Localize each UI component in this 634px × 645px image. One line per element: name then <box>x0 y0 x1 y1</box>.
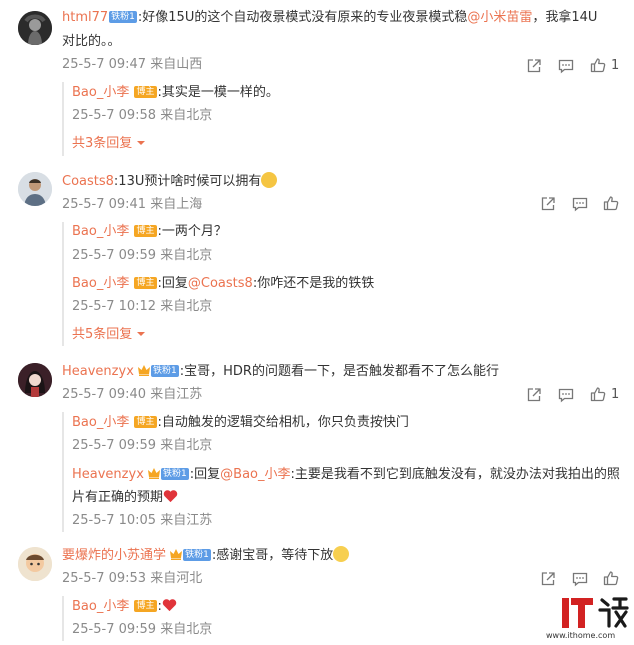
comment-meta: 25-5-7 09:41 来自上海 <box>62 197 203 212</box>
crown-icon <box>138 365 150 376</box>
comment-icon[interactable] <box>572 571 588 587</box>
comment-icon[interactable] <box>572 196 588 212</box>
forward-icon[interactable] <box>540 196 556 212</box>
reply-text: :其实是一模一样的。 <box>157 85 279 100</box>
heart-emoji <box>163 490 178 503</box>
host-badge: 博主 <box>134 225 157 237</box>
host-badge: 博主 <box>134 86 157 98</box>
like-icon[interactable] <box>603 195 619 211</box>
comment-meta: 25-5-7 09:53 来自河北 <box>62 571 203 586</box>
laugh-emoji <box>261 172 278 188</box>
mention-link[interactable]: @Bao_小李 <box>220 467 290 482</box>
reply-divider <box>62 412 64 532</box>
crown-icon <box>170 549 182 560</box>
reply-text: :自动触发的逻辑交给相机，你只负责按快门 <box>157 415 409 430</box>
chevron-down-icon <box>136 329 146 339</box>
forward-icon[interactable] <box>540 571 556 587</box>
reply-user-name[interactable]: Bao_小李 <box>72 599 129 614</box>
avatar[interactable] <box>18 363 52 397</box>
forward-icon[interactable] <box>526 387 542 403</box>
comment-body: Coasts8:13U预计啥时候可以拥有 <box>62 172 278 192</box>
smile-emoji <box>333 546 350 562</box>
heart-emoji <box>162 599 177 612</box>
reply-user-name[interactable]: Bao_小李 <box>72 415 129 430</box>
comment-icon[interactable] <box>558 58 574 74</box>
comment-text: ，我拿14U <box>532 10 598 25</box>
reply-meta: 25-5-7 09:58 来自北京 <box>72 108 213 123</box>
reply-meta: 25-5-7 09:59 来自北京 <box>72 622 213 637</box>
watermark-url: www.ithome.com <box>546 631 616 640</box>
comment-meta: 25-5-7 09:40 来自江苏 <box>62 387 203 402</box>
comment-body: Heavenzyx 铁粉1:宝哥，HDR的问题看一下，是否触发都看不了怎么能行 <box>62 362 499 382</box>
reply-meta: 25-5-7 10:12 来自北京 <box>72 299 213 314</box>
like-count: 1 <box>611 387 620 402</box>
more-replies-label: 共3条回复 <box>72 136 133 151</box>
reply-user-name[interactable]: Bao_小李 <box>72 224 129 239</box>
reply-text: :一两个月？ <box>157 224 227 239</box>
comment-body: html77 铁粉1:好像15U的这个自动夜景模式没有原来的专业夜景模式稳@小米苗… <box>62 8 597 28</box>
ithome-logo-icon <box>562 597 629 628</box>
reply-text: :主要是我看不到它到底触发没有，就没办法对我拍出的照 <box>290 467 620 482</box>
reply-body: Bao_小李 博主:回复@Coasts8:你咋还不是我的铁铁 <box>72 274 374 294</box>
reply-meta: 25-5-7 10:05 来自江苏 <box>72 513 213 528</box>
reply-divider <box>62 596 64 641</box>
reply-meta: 25-5-7 09:59 来自北京 <box>72 248 213 263</box>
host-badge: 博主 <box>134 600 157 612</box>
comment-text: :感谢宝哥，等待下放 <box>211 548 334 563</box>
comment-text: :宝哥，HDR的问题看一下，是否触发都看不了怎么能行 <box>179 364 499 379</box>
reply-body: Bao_小李 博主:一两个月？ <box>72 222 227 242</box>
comment-text: 对比的。。 <box>62 34 121 49</box>
reply-user-name[interactable]: Bao_小李 <box>72 276 129 291</box>
comment-text: :好像15U的这个自动夜景模式没有原来的专业夜景模式稳 <box>137 10 468 25</box>
reply-text: :回复 <box>189 467 221 482</box>
reply-user-name[interactable]: Heavenzyx <box>72 467 144 482</box>
fan-badge: 铁粉1 <box>109 11 137 23</box>
reply-divider <box>62 82 64 156</box>
fan-badge: 铁粉1 <box>151 365 179 377</box>
comment-user-name[interactable]: html77 <box>62 10 108 25</box>
reply-divider <box>62 222 64 346</box>
reply-body: 片有正确的预期 <box>72 488 178 508</box>
avatar[interactable] <box>18 547 52 581</box>
comment-user-name[interactable]: Heavenzyx <box>62 364 134 379</box>
comment-text: :13U预计啥时候可以拥有 <box>113 174 262 189</box>
like-count: 1 <box>611 58 620 73</box>
reply-text: :你咋还不是我的铁铁 <box>252 276 375 291</box>
host-badge: 博主 <box>134 277 157 289</box>
chevron-down-icon <box>136 138 146 148</box>
fan-badge: 铁粉1 <box>161 468 189 480</box>
comment-icon[interactable] <box>558 387 574 403</box>
reply-text: :回复 <box>157 276 188 291</box>
more-replies-link[interactable]: 共5条回复 <box>72 325 146 345</box>
like-icon[interactable] <box>603 570 619 586</box>
reply-body: Bao_小李 博主:其实是一模一样的。 <box>72 83 279 103</box>
more-replies-label: 共5条回复 <box>72 327 133 342</box>
ithome-watermark-logo: www.ithome.com <box>540 596 630 642</box>
reply-body: Bao_小李 博主:自动触发的逻辑交给相机，你只负责按快门 <box>72 413 409 433</box>
comment-body: 要爆炸的小苏通学 铁粉1:感谢宝哥，等待下放 <box>62 546 350 566</box>
avatar[interactable] <box>18 11 52 45</box>
reply-body: Bao_小李 博主: <box>72 597 177 617</box>
like-icon[interactable] <box>590 386 606 402</box>
crown-icon <box>148 468 160 479</box>
reply-user-name[interactable]: Bao_小李 <box>72 85 129 100</box>
reply-body: Heavenzyx 铁粉1:回复@Bao_小李:主要是我看不到它到底触发没有，就… <box>72 465 620 485</box>
mention-link[interactable]: @小米苗雷 <box>467 10 532 25</box>
host-badge: 博主 <box>134 416 157 428</box>
avatar[interactable] <box>18 172 52 206</box>
forward-icon[interactable] <box>526 58 542 74</box>
comment-meta: 25-5-7 09:47 来自山西 <box>62 57 203 72</box>
mention-link[interactable]: @Coasts8 <box>188 276 253 291</box>
comment-user-name[interactable]: Coasts8 <box>62 174 114 189</box>
more-replies-link[interactable]: 共3条回复 <box>72 134 146 154</box>
reply-meta: 25-5-7 09:59 来自北京 <box>72 438 213 453</box>
comment-user-name[interactable]: 要爆炸的小苏通学 <box>62 548 166 563</box>
reply-text: 片有正确的预期 <box>72 490 164 505</box>
like-icon[interactable] <box>590 57 606 73</box>
fan-badge: 铁粉1 <box>183 549 211 561</box>
